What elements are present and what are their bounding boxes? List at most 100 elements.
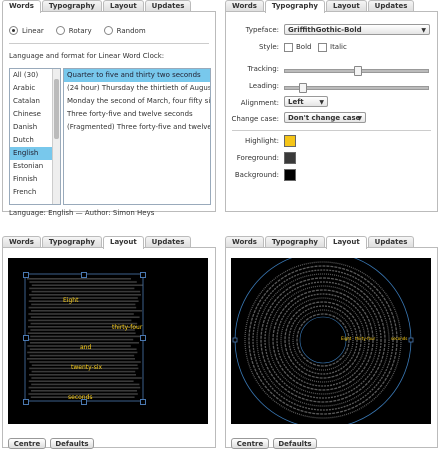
- format-item[interactable]: Monday the second of March, four fifty s…: [64, 95, 210, 108]
- layout-linear-panel: Words Typography Layout Updates Eight th…: [2, 236, 216, 449]
- divider: [9, 43, 209, 44]
- resize-handle[interactable]: [140, 272, 146, 278]
- clock-word-line: [29, 287, 135, 290]
- clock-word-line: [28, 306, 137, 309]
- highlight-color-swatch[interactable]: [284, 135, 296, 147]
- clock-word-line: [30, 335, 142, 338]
- italic-checkbox[interactable]: [318, 43, 327, 52]
- bold-label: Bold: [296, 43, 312, 51]
- highlight-label: Highlight:: [245, 137, 279, 145]
- clock-word-line: [29, 294, 141, 296]
- mode-label: Linear: [22, 26, 44, 35]
- tracking-slider-knob[interactable]: [353, 66, 362, 76]
- scrollbar-thumb[interactable]: [54, 79, 59, 139]
- typeface-label: Typeface:: [245, 26, 279, 34]
- linear-clock-text-svg: [24, 273, 144, 402]
- clock-word-line: [28, 380, 134, 382]
- italic-label: Italic: [330, 43, 347, 51]
- bold-checkbox[interactable]: [284, 43, 293, 52]
- defaults-button[interactable]: Defaults: [273, 438, 317, 449]
- background-color-swatch[interactable]: [284, 169, 296, 181]
- clock-word-rings: [244, 261, 402, 419]
- typography-panel-body: Typeface: GriffithGothic-Bold ▼ Style: B…: [225, 11, 438, 212]
- mode-radio-linear[interactable]: Linear: [9, 26, 44, 35]
- mode-radio-group: Linear Rotary Random: [9, 26, 146, 35]
- clock-word-line: [29, 354, 135, 357]
- leading-slider[interactable]: [284, 83, 429, 93]
- clock-word-line: [28, 319, 132, 322]
- clock-word-line: [31, 383, 140, 386]
- mode-radio-random[interactable]: Random: [103, 26, 146, 35]
- language-list-scrollbar[interactable]: [52, 69, 60, 204]
- radio-icon: [103, 26, 113, 35]
- clock-word-line: [31, 290, 141, 293]
- typeface-select[interactable]: GriffithGothic-Bold ▼: [284, 24, 430, 35]
- change-case-value: Don't change case: [288, 114, 361, 122]
- clock-word-line: [31, 377, 142, 379]
- foreground-color-swatch[interactable]: [284, 152, 296, 164]
- clock-word-line: [28, 300, 139, 302]
- typeface-value: GriffithGothic-Bold: [288, 26, 362, 34]
- mode-radio-rotary[interactable]: Rotary: [55, 26, 92, 35]
- clock-word-line: [27, 358, 135, 360]
- format-item[interactable]: Three forty-five and twelve seconds: [64, 108, 210, 121]
- format-list[interactable]: Quarter to five and thirty two seconds (2…: [63, 68, 211, 205]
- words-panel-body: Linear Rotary Random Language and format…: [2, 11, 216, 217]
- clock-word-line: [29, 281, 137, 283]
- clock-word-line: [29, 374, 136, 376]
- mode-label: Rotary: [68, 26, 92, 35]
- clock-word-line: [27, 332, 136, 334]
- change-case-label: Change case:: [231, 115, 279, 123]
- language-author-footer: Language: English — Author: Simon Heys: [9, 209, 155, 217]
- clock-word-line: [31, 370, 136, 373]
- rotary-clock-preview[interactable]: Eight thirty-four seconds: [231, 258, 431, 424]
- clock-word-line: [27, 278, 131, 280]
- language-format-heading: Language and format for Linear Word Cloc…: [9, 52, 165, 60]
- clock-word-line: [31, 390, 137, 392]
- resize-handle[interactable]: [23, 272, 29, 278]
- chevron-down-icon: ▼: [421, 27, 426, 34]
- clock-word-line: [29, 361, 141, 363]
- tab-layout[interactable]: Layout: [103, 236, 144, 249]
- rotation-handle[interactable]: [232, 337, 238, 343]
- format-item[interactable]: Quarter to five and thirty two seconds: [64, 69, 210, 82]
- centre-button[interactable]: Centre: [231, 438, 269, 449]
- tab-words[interactable]: Words: [2, 0, 41, 13]
- typography-panel: Words Typography Layout Updates Typeface…: [225, 0, 438, 212]
- inner-boundary-circle[interactable]: [299, 316, 347, 364]
- alignment-value: Left: [288, 98, 304, 106]
- highlight-word: Eight: [341, 336, 352, 341]
- format-item[interactable]: (24 hour) Thursday the thirtieth of Augu…: [64, 82, 210, 95]
- resize-handle[interactable]: [140, 335, 146, 341]
- tab-layout[interactable]: Layout: [326, 236, 367, 249]
- clock-word-line: [31, 297, 138, 299]
- leading-slider-knob[interactable]: [298, 83, 307, 93]
- style-label: Style:: [259, 43, 279, 51]
- highlight-word: seconds: [391, 336, 408, 341]
- tracking-slider[interactable]: [284, 66, 429, 76]
- radio-selected-icon: [9, 26, 18, 35]
- resize-handle[interactable]: [140, 399, 146, 405]
- tab-typography[interactable]: Typography: [264, 0, 325, 13]
- resize-handle[interactable]: [23, 335, 29, 341]
- rotary-clock-svg: [232, 258, 414, 424]
- layout-rotary-panel: Words Typography Layout Updates Eight th…: [225, 236, 438, 449]
- highlight-word: Eight: [63, 297, 79, 304]
- defaults-button[interactable]: Defaults: [50, 438, 94, 449]
- language-list[interactable]: All (30) Arabic Catalan Chinese Danish Dutch E…: [9, 68, 61, 205]
- clock-word-lines: [27, 278, 143, 398]
- linear-clock-preview[interactable]: Eight thirty-four and twenty-six seconds: [8, 258, 208, 424]
- clock-word-line: [28, 386, 141, 389]
- background-label: Background:: [234, 171, 279, 179]
- format-item[interactable]: (Fragmented) Three forty-five and twelve…: [64, 121, 210, 134]
- highlight-word: twenty-six: [71, 364, 103, 371]
- centre-button[interactable]: Centre: [8, 438, 46, 449]
- resize-handle[interactable]: [23, 399, 29, 405]
- clock-word-line: [31, 310, 142, 312]
- alignment-select[interactable]: Left ▼: [284, 96, 328, 107]
- highlight-word: and: [80, 344, 92, 351]
- radio-icon: [55, 26, 65, 35]
- rotation-handle[interactable]: [408, 337, 414, 343]
- change-case-select[interactable]: Don't change case ▼: [284, 112, 366, 123]
- resize-handle[interactable]: [81, 272, 87, 278]
